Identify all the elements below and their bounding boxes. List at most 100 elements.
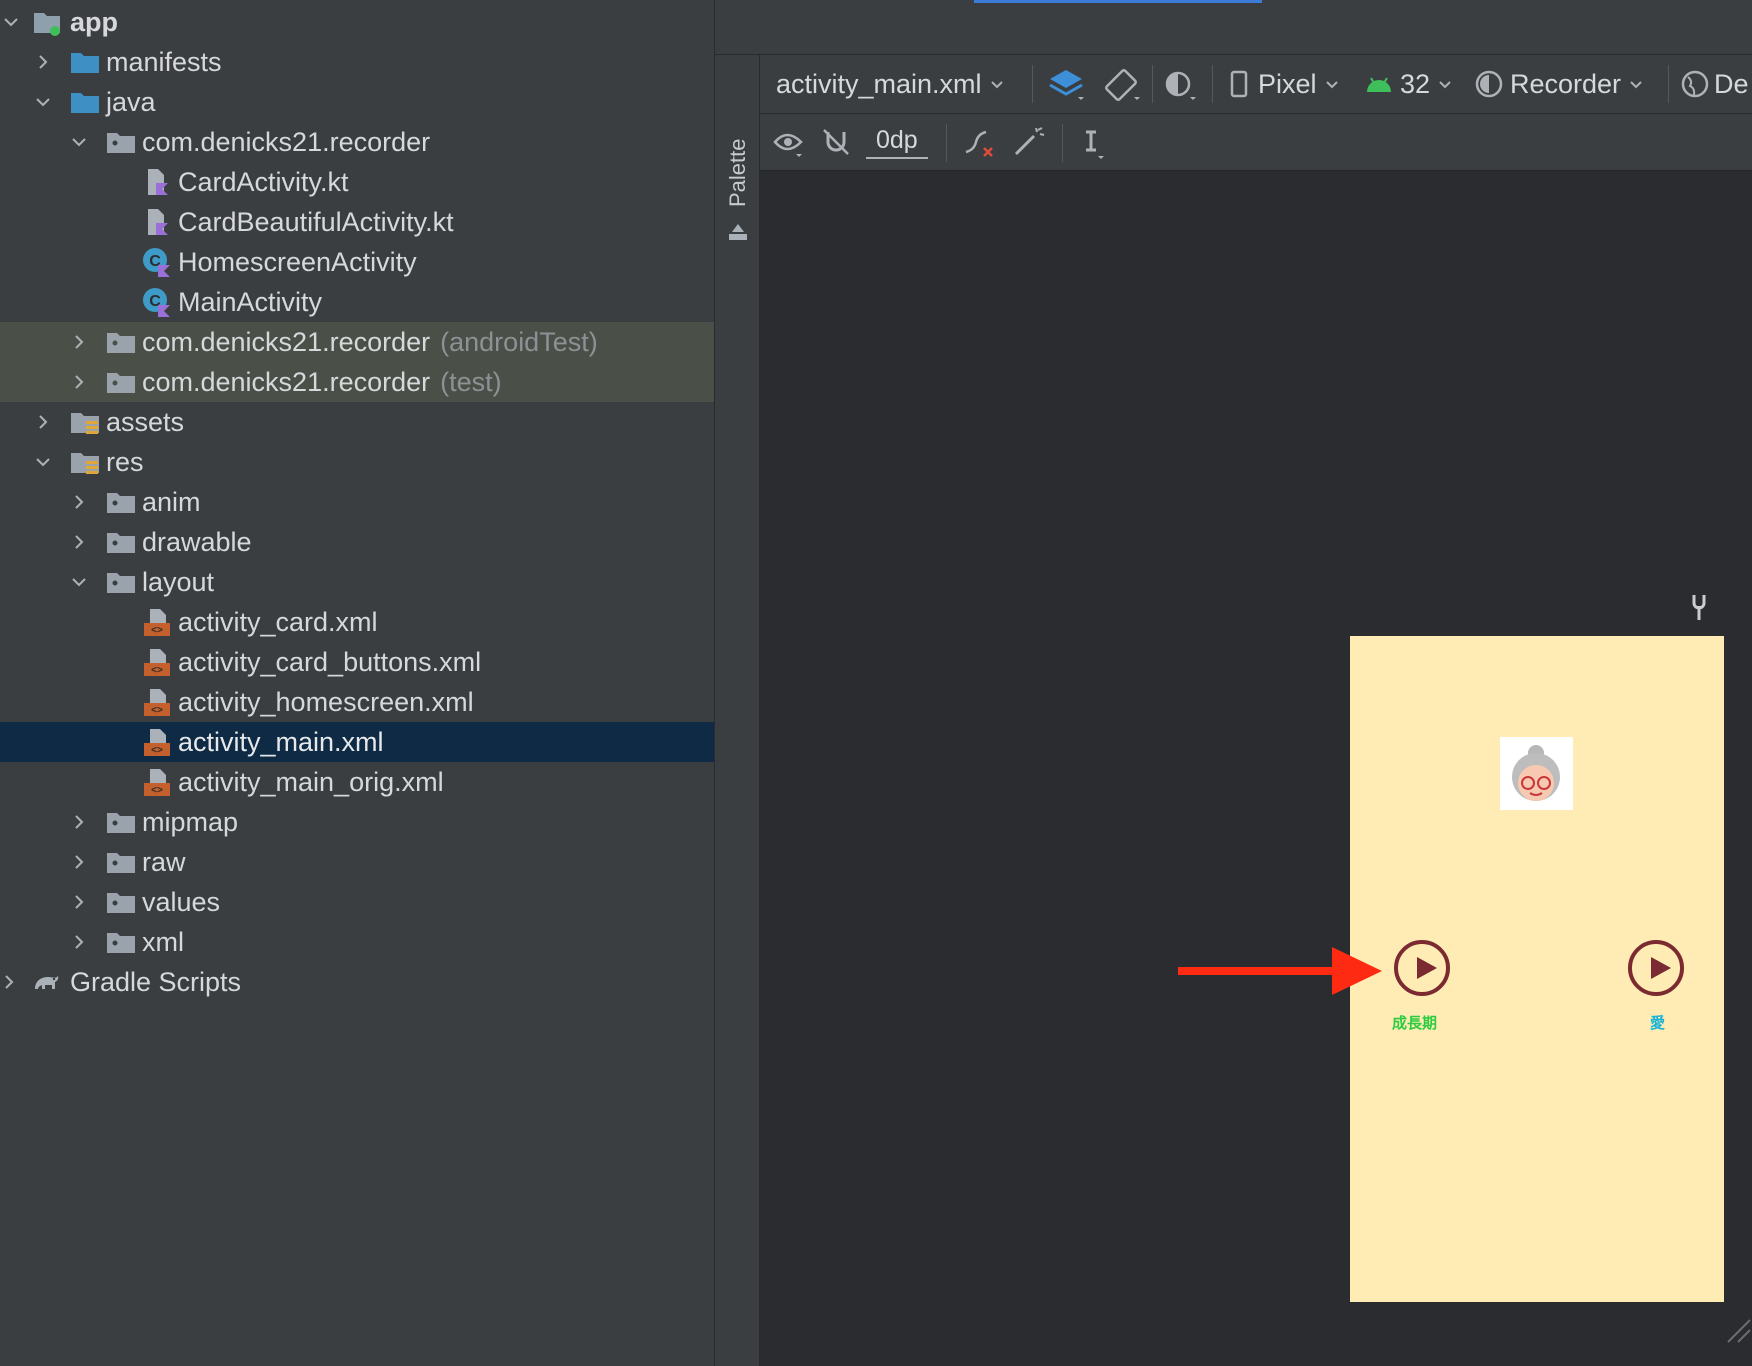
growth-label: 成長期	[1392, 1015, 1438, 1032]
chevron-right-icon[interactable]	[68, 851, 90, 873]
locale-label: De	[1714, 68, 1749, 99]
tree-item-label: activity_card.xml	[178, 606, 378, 637]
tree-item-label: assets	[106, 406, 185, 437]
tree-item-label: app	[70, 6, 119, 37]
tree-item-file[interactable]: CardBeautifulActivity.kt	[0, 202, 714, 242]
tree-item-file[interactable]: <> activity_card.xml	[0, 602, 714, 642]
chevron-down-icon	[990, 81, 1003, 89]
chevron-right-icon[interactable]	[32, 411, 54, 433]
theme-label: Recorder	[1510, 68, 1622, 99]
locale-dropdown[interactable]: De	[1680, 55, 1749, 113]
android-icon	[1367, 77, 1391, 92]
tree-item-file[interactable]: <> activity_card_buttons.xml	[0, 642, 714, 682]
file-label: activity_main.xml	[776, 68, 982, 99]
play-button-growth[interactable]	[1394, 940, 1450, 996]
autoconnect-button[interactable]	[818, 114, 854, 170]
tree-item-file[interactable]: <> activity_homescreen.xml	[0, 682, 714, 722]
tree-item-anim[interactable]: anim	[0, 482, 714, 522]
tree-item-label: activity_homescreen.xml	[178, 686, 474, 717]
globe-icon	[1681, 70, 1709, 98]
kotlin-file-icon	[142, 167, 172, 197]
night-mode-button[interactable]	[1160, 55, 1200, 113]
device-label: Pixel	[1258, 68, 1317, 99]
tree-item-label: CardBeautifulActivity.kt	[178, 206, 454, 237]
theme-dropdown[interactable]: Recorder	[1474, 55, 1645, 113]
pin-icon[interactable]	[1686, 592, 1712, 622]
tree-item-suffix: (test)	[440, 366, 502, 397]
chevron-down-icon[interactable]	[68, 571, 90, 593]
orientation-button[interactable]	[1102, 55, 1142, 113]
api-label: 32	[1400, 68, 1431, 99]
toolbar-separator	[1152, 65, 1153, 103]
folder-icon	[106, 527, 136, 557]
tree-item-package-androidtest[interactable]: com.denicks21.recorder (androidTest)	[0, 322, 714, 362]
api-level-dropdown[interactable]: 32	[1364, 55, 1454, 113]
tree-item-label: CardActivity.kt	[178, 166, 349, 197]
resize-handle-icon[interactable]	[1724, 1316, 1752, 1344]
chevron-right-icon[interactable]	[68, 891, 90, 913]
chevron-down-icon[interactable]	[68, 131, 90, 153]
tree-item-manifests[interactable]: manifests	[0, 42, 714, 82]
chevron-right-icon[interactable]	[32, 51, 54, 73]
tree-item-file[interactable]: C HomescreenActivity	[0, 242, 714, 282]
chevron-right-icon[interactable]	[0, 971, 20, 993]
red-arrow-annotation	[1178, 947, 1382, 995]
tree-item-file[interactable]: CardActivity.kt	[0, 162, 714, 202]
tree-item-label: xml	[142, 926, 184, 957]
layers-button[interactable]	[1046, 55, 1086, 113]
tree-item-file[interactable]: C MainActivity	[0, 282, 714, 322]
chevron-right-icon[interactable]	[68, 331, 90, 353]
tree-item-suffix: (androidTest)	[440, 326, 598, 357]
guidelines-button[interactable]	[1076, 114, 1116, 170]
tree-item-java[interactable]: java	[0, 82, 714, 122]
magnet-off-icon	[823, 129, 849, 155]
chevron-right-icon[interactable]	[68, 931, 90, 953]
view-options-button[interactable]	[770, 114, 810, 170]
tree-item-assets[interactable]: assets	[0, 402, 714, 442]
chevron-down-icon[interactable]	[32, 451, 54, 473]
tree-item-file-selected[interactable]: <> activity_main.xml	[0, 722, 714, 762]
file-dropdown[interactable]: activity_main.xml	[776, 55, 1006, 113]
tree-item-values[interactable]: values	[0, 882, 714, 922]
tree-item-mipmap[interactable]: mipmap	[0, 802, 714, 842]
tree-item-package-test[interactable]: com.denicks21.recorder (test)	[0, 362, 714, 402]
tree-item-raw[interactable]: raw	[0, 842, 714, 882]
tree-item-drawable[interactable]: drawable	[0, 522, 714, 562]
palette-icon[interactable]	[727, 220, 749, 242]
package-icon	[106, 127, 136, 157]
toolbar-separator	[1032, 65, 1033, 103]
chevron-down-icon[interactable]	[0, 11, 22, 33]
chevron-right-icon[interactable]	[68, 531, 90, 553]
folder-icon	[106, 807, 136, 837]
folder-icon	[106, 487, 136, 517]
chevron-down-icon[interactable]	[32, 91, 54, 113]
chevron-right-icon[interactable]	[68, 491, 90, 513]
tree-item-gradle-scripts[interactable]: Gradle Scripts	[0, 962, 714, 1002]
chevron-right-icon[interactable]	[68, 371, 90, 393]
resource-folder-icon	[70, 447, 100, 477]
tree-item-label: manifests	[106, 46, 222, 77]
palette-label[interactable]: Palette	[725, 117, 751, 208]
tree-item-package[interactable]: com.denicks21.recorder	[0, 122, 714, 162]
project-tree-panel: app manifests java com.denicks21.recorde…	[0, 0, 715, 1366]
play-button-love[interactable]	[1628, 940, 1684, 996]
tree-item-xml[interactable]: xml	[0, 922, 714, 962]
rotate-device-icon	[1105, 69, 1140, 101]
tree-item-file[interactable]: <> activity_main_orig.xml	[0, 762, 714, 802]
tree-item-res[interactable]: res	[0, 442, 714, 482]
clear-constraints-button[interactable]	[958, 114, 998, 170]
folder-icon	[106, 887, 136, 917]
palette-sidebar[interactable]: Palette	[715, 55, 760, 1366]
device-dropdown[interactable]: Pixel	[1228, 55, 1341, 113]
tree-item-label: layout	[142, 566, 215, 597]
package-icon	[106, 367, 136, 397]
theme-icon	[1475, 70, 1503, 98]
tree-item-label: drawable	[142, 526, 252, 557]
layout-file-icon: <>	[142, 647, 172, 677]
tree-item-app[interactable]: app	[0, 2, 714, 42]
default-margin-button[interactable]: 0dp	[866, 114, 928, 170]
chevron-right-icon[interactable]	[68, 811, 90, 833]
kotlin-file-icon	[142, 207, 172, 237]
infer-constraints-button[interactable]	[1010, 114, 1046, 170]
tree-item-layout[interactable]: layout	[0, 562, 714, 602]
